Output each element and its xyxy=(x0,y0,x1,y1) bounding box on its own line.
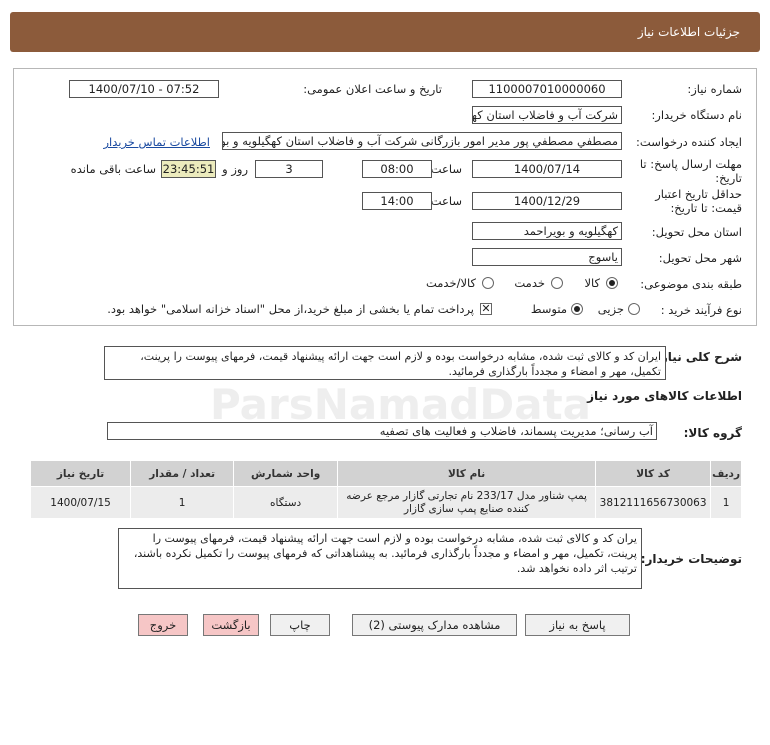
remaining-time-field: 23:45:51 xyxy=(161,160,216,178)
category-option-goods: کالا xyxy=(584,276,600,290)
process-option-minor: جزیی xyxy=(597,302,624,316)
col-header-row: ردیف xyxy=(710,460,742,487)
validity-label: حداقل تاریخ اعتبار قیمت: تا تاریخ: xyxy=(655,187,742,215)
page-header: جزئیات اطلاعات نیاز xyxy=(10,12,760,52)
back-button[interactable]: بازگشت xyxy=(203,614,259,636)
col-header-unit: واحد شمارش xyxy=(233,460,339,487)
process-radio-medium[interactable] xyxy=(571,303,583,315)
announce-field: 1400/07/10 - 07:52 xyxy=(69,80,219,98)
process-label: نوع فرآیند خرید : xyxy=(660,303,742,317)
deadline-label: مهلت ارسال پاسخ: تا تاریخ: xyxy=(639,157,742,185)
province-label: استان محل تحویل: xyxy=(651,225,742,239)
category-option-goods-service: کالا/خدمت xyxy=(425,276,476,290)
payment-note: پرداخت تمام یا بخشی از مبلغ خرید،از محل … xyxy=(107,302,474,316)
cell-name: پمپ شناور مدل 233/17 نام تجارتی گازار مر… xyxy=(337,486,597,519)
goods-section-title: اطلاعات کالاهای مورد نیاز xyxy=(587,389,742,403)
exit-button[interactable]: خروج xyxy=(138,614,188,636)
category-radio-service[interactable] xyxy=(551,277,563,289)
deadline-time-field: 08:00 xyxy=(362,160,432,178)
validity-time-field: 14:00 xyxy=(362,192,432,210)
category-option-service: خدمت xyxy=(514,276,545,290)
goods-group-field: آب رسانی؛ مدیریت پسماند، فاضلاب و فعالیت… xyxy=(107,422,657,440)
category-label: طبقه بندی موضوعی: xyxy=(640,277,742,291)
items-table-header: ردیف کد کالا نام کالا واحد شمارش تعداد /… xyxy=(29,460,742,487)
goods-group-label: گروه کالا: xyxy=(683,426,742,440)
deadline-date-field: 1400/07/14 xyxy=(472,160,622,178)
need-number-field: 1100007010000060 xyxy=(472,80,622,98)
col-header-qty: تعداد / مقدار xyxy=(130,460,235,487)
validity-date-field: 1400/12/29 xyxy=(472,192,622,210)
category-radio-goods-service[interactable] xyxy=(482,277,494,289)
cell-unit: دستگاه xyxy=(233,486,339,519)
page-title: جزئیات اطلاعات نیاز xyxy=(637,25,740,39)
buyer-label: نام دستگاه خریدار: xyxy=(651,108,742,122)
items-table: ردیف کد کالا نام کالا واحد شمارش تعداد /… xyxy=(29,460,742,519)
col-header-name: نام کالا xyxy=(337,460,597,487)
remaining-label: ساعت باقی مانده xyxy=(70,162,156,176)
category-radio-goods[interactable] xyxy=(606,277,618,289)
buyer-notes-label: توضیحات خریدار: xyxy=(640,552,742,566)
process-option-medium: متوسط xyxy=(530,302,567,316)
process-radio-minor[interactable] xyxy=(628,303,640,315)
validity-time-label: ساعت xyxy=(430,194,462,208)
print-button[interactable]: چاپ xyxy=(270,614,330,636)
col-header-date: تاریخ نیاز xyxy=(29,460,132,487)
city-label: شهر محل تحویل: xyxy=(658,251,742,265)
buyer-contact-link[interactable]: اطلاعات تماس خریدار xyxy=(103,135,210,149)
days-label: روز و xyxy=(222,162,248,176)
view-attachments-button[interactable]: مشاهده مدارک پیوستی (2) xyxy=(352,614,517,636)
deadline-time-label: ساعت xyxy=(430,162,462,176)
buyer-notes-text: یران کد و کالای ثبت شده، مشابه درخواست ب… xyxy=(118,528,642,589)
cell-code: 3812111656730063 xyxy=(595,486,712,519)
table-row: 1 3812111656730063 پمپ شناور مدل 233/17 … xyxy=(29,486,742,519)
province-field: کهگیلویه و بویراحمد xyxy=(472,222,622,240)
need-number-label: شماره نیاز: xyxy=(687,82,742,96)
cell-qty: 1 xyxy=(130,486,235,519)
summary-text: ایران کد و کالای ثبت شده، مشابه درخواست … xyxy=(104,346,666,380)
requester-label: ایجاد کننده درخواست: xyxy=(636,135,742,149)
treasury-checkbox[interactable]: ✕ xyxy=(480,303,492,315)
col-header-code: کد کالا xyxy=(595,460,712,487)
buyer-field: شرکت آب و فاضلاب استان کهگیلویه و بویراح… xyxy=(472,106,622,124)
requester-field: مصطفي مصطفي پور مدیر امور بازرگانی شرکت … xyxy=(222,132,622,150)
cell-date: 1400/07/15 xyxy=(29,486,132,519)
cell-row: 1 xyxy=(710,486,742,519)
city-field: یاسوج xyxy=(472,248,622,266)
summary-label: شرح کلی نیاز: xyxy=(656,350,742,364)
reply-button[interactable]: پاسخ به نیاز xyxy=(525,614,630,636)
announce-label: تاریخ و ساعت اعلان عمومی: xyxy=(303,82,442,96)
days-field: 3 xyxy=(255,160,323,178)
